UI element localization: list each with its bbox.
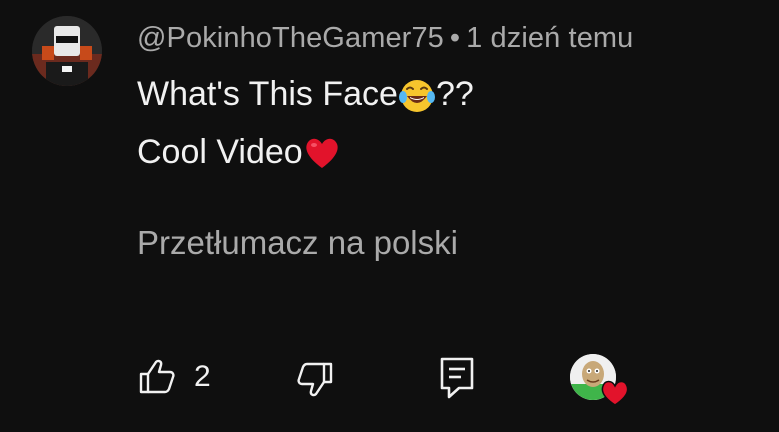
roblox-avatar-icon: [32, 16, 102, 86]
header-separator: •: [449, 22, 461, 54]
creator-heart-badge: [570, 354, 632, 406]
creator-heart-icon: [601, 380, 629, 406]
comment-text-part: What's This Face: [137, 75, 398, 113]
comment-text-line-1: What's This Face ??: [137, 75, 474, 114]
reply-button[interactable]: [439, 356, 475, 400]
comment-actions: 2: [0, 350, 779, 410]
red-heart-icon: [306, 138, 338, 168]
like-button[interactable]: 2: [138, 358, 211, 396]
comment-text-part: Cool Video: [137, 133, 303, 171]
comment-text-line-2: Cool Video: [137, 133, 341, 172]
thumbs-up-icon: [139, 359, 175, 394]
comment-thread: @PokinhoTheGamer75 • 1 dzień temu What's T…: [0, 0, 779, 432]
author-avatar[interactable]: [32, 16, 102, 86]
face-with-tears-of-joy-icon: [398, 79, 435, 112]
translate-link[interactable]: Przetłumacz na polski: [137, 224, 458, 262]
comment-header: @PokinhoTheGamer75 • 1 dzień temu: [137, 22, 633, 55]
like-count: 2: [194, 360, 211, 393]
comment-text-part: ??: [435, 75, 474, 113]
reply-icon: [440, 357, 474, 399]
author-name[interactable]: @PokinhoTheGamer75: [137, 22, 444, 54]
thumbs-down-icon: [297, 362, 333, 397]
comment-time[interactable]: 1 dzień temu: [466, 22, 633, 54]
dislike-button[interactable]: [296, 360, 334, 398]
